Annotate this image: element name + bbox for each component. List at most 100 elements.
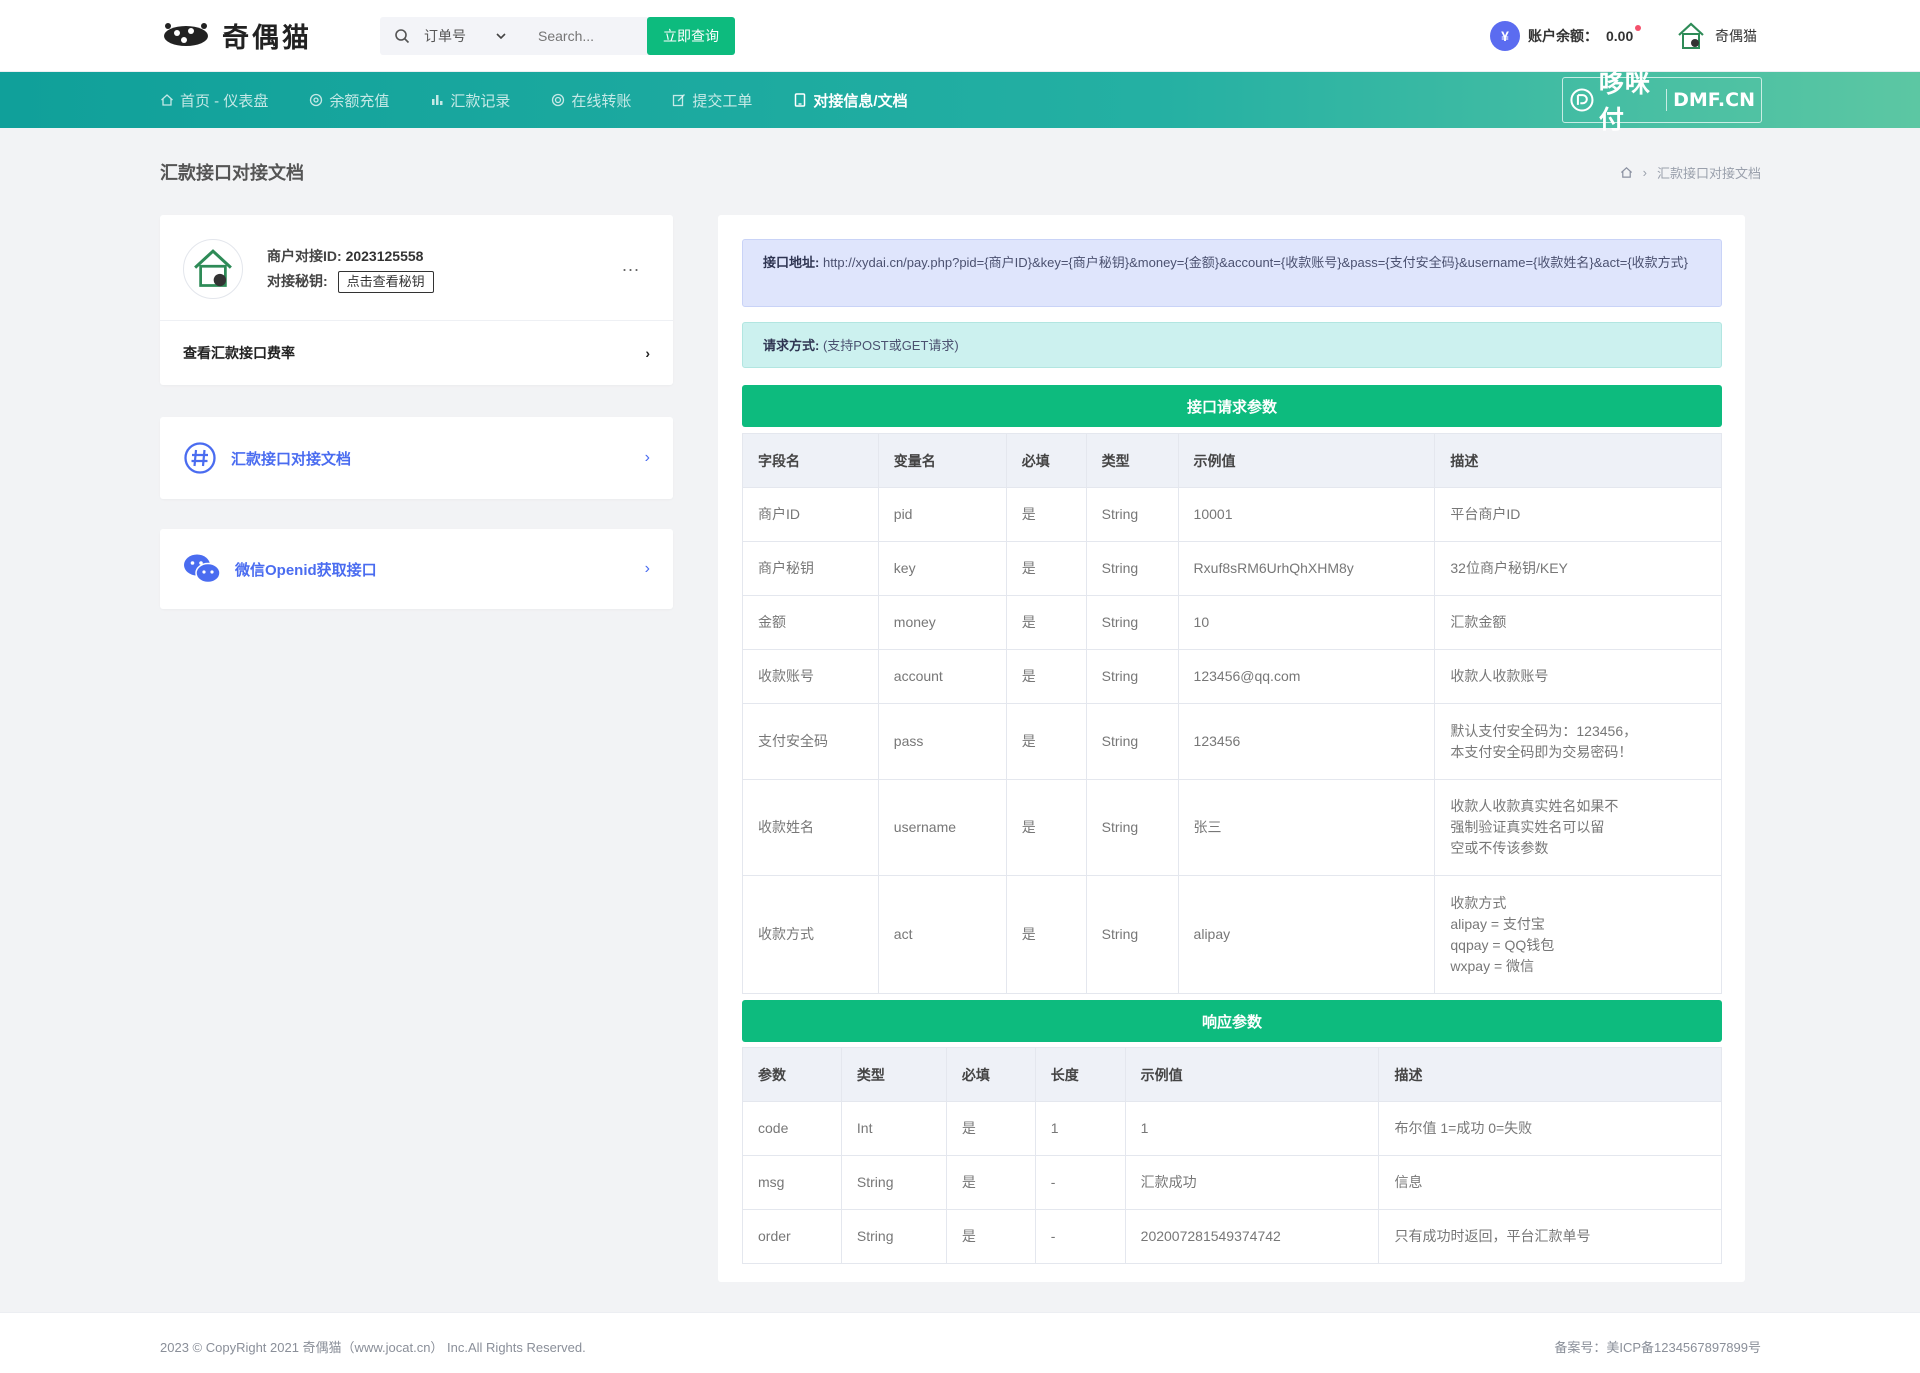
more-options-icon[interactable]: ... (622, 255, 640, 276)
brand-name: 哆咪付 (1598, 70, 1651, 134)
table-cell: 汇款成功 (1124, 1155, 1380, 1210)
nav-item-dashboard[interactable]: 首页 - 仪表盘 (160, 72, 268, 128)
request-params-table: 字段名 变量名 必填 类型 示例值 描述 商户ID pid 是 String 10001 平台商户I… (742, 433, 1722, 994)
table-cell: String (1085, 541, 1179, 596)
nav-item-label: 余额充值 (329, 92, 390, 110)
table-cell: String (1085, 779, 1179, 876)
table-cell: order (742, 1209, 842, 1264)
search-button[interactable]: 立即查询 (647, 17, 735, 55)
table-cell: 商户秘钥 (742, 541, 879, 596)
table-row: 收款姓名 username 是 String 张三 收款人收款真实姓名如果不 强制验证真实… (742, 779, 1722, 876)
nav-item-label: 提交工单 (692, 92, 753, 110)
api-key-label: 对接秘钥: (267, 273, 328, 289)
nav-item-label: 汇款记录 (450, 92, 511, 110)
account-balance[interactable]: ¥ 账户余额： 0.00 (1490, 20, 1647, 52)
table-cell: - (1034, 1155, 1126, 1210)
copyright-text: 2023 © CopyRight 2021 奇偶猫（www.jocat.cn） … (160, 1340, 586, 1355)
table-cell: - (1034, 1209, 1126, 1264)
table-cell: username (877, 779, 1007, 876)
edit-icon (673, 94, 686, 107)
rate-link[interactable]: 查看汇款接口费率 › (160, 321, 673, 385)
nav-item-remit-records[interactable]: 汇款记录 (430, 72, 510, 128)
brand-badge[interactable]: 哆咪付 DMF.CN (1562, 70, 1762, 134)
target-icon (310, 93, 323, 107)
table-cell: 是 (945, 1155, 1036, 1210)
table-cell: 只有成功时返回，平台汇款单号 (1378, 1209, 1722, 1264)
search-type-select[interactable]: 订单号 (424, 17, 520, 55)
table-cell: alipay (1177, 875, 1436, 994)
search-icon (380, 17, 424, 55)
table-cell: 收款方式 (742, 875, 879, 994)
table-cell: Rxuf8sRM6UrhQhXHM8y (1177, 541, 1436, 596)
column-header: 示例值 (1124, 1047, 1380, 1102)
table-row: 收款方式 act 是 String alipay 收款方式 alipay = 支付宝 qq… (742, 875, 1722, 994)
request-method-value: (支持POST或GET请求) (822, 338, 959, 353)
table-header-row: 字段名 变量名 必填 类型 示例值 描述 (742, 433, 1722, 488)
user-name: 奇偶猫 (1715, 28, 1757, 44)
table-cell: 收款姓名 (742, 779, 879, 876)
search-bar: 订单号 立即查询 (380, 17, 735, 55)
request-method-alert: 请求方式: (支持POST或GET请求) (742, 322, 1722, 368)
column-header: 长度 (1034, 1047, 1126, 1102)
table-cell: 1 (1034, 1101, 1126, 1156)
table-cell: String (1085, 595, 1179, 650)
doc-link-card[interactable]: 汇款接口对接文档 › (160, 417, 673, 499)
table-cell: code (742, 1101, 842, 1156)
home-icon[interactable] (1620, 166, 1633, 179)
page-title: 汇款接口对接文档 (160, 163, 304, 183)
table-cell: pass (877, 703, 1007, 780)
nav-item-docs[interactable]: 对接信息/文档 (793, 72, 908, 128)
logo-text: 奇偶猫 (222, 22, 312, 53)
table-cell: key (877, 541, 1007, 596)
table-row: code Int 是 1 1 布尔值 1=成功 0=失败 (742, 1101, 1722, 1156)
merchant-card: 商户对接ID: 2023125558 对接秘钥: 点击查看秘钥 ... 查看汇款… (160, 215, 673, 385)
wechat-link-label: 微信Openid获取接口 (235, 561, 377, 579)
table-cell: 123456 (1177, 703, 1436, 780)
column-header: 参数 (742, 1047, 842, 1102)
notification-dot (1635, 25, 1642, 31)
brand-domain: DMF.CN (1666, 89, 1755, 111)
response-params-table: 参数 类型 必填 长度 示例值 描述 code Int 是 1 1 布尔值 1=成功 0=失败 msg… (742, 1047, 1722, 1264)
table-cell: 默认支付安全码为：123456， 本支付安全码即为交易密码！ (1434, 703, 1722, 780)
search-input[interactable] (520, 17, 632, 55)
view-key-button[interactable]: 点击查看秘钥 (337, 271, 434, 293)
api-url-value: http://xydai.cn/pay.php?pid={商户ID}&key={… (822, 255, 1689, 270)
table-cell: 张三 (1177, 779, 1436, 876)
chevron-right-icon: › (644, 449, 650, 466)
wechat-link-card[interactable]: 微信Openid获取接口 › (160, 529, 673, 609)
table-cell: 是 (945, 1209, 1036, 1264)
table-cell: String (1085, 487, 1179, 542)
table-cell: 1 (1124, 1101, 1380, 1156)
table-cell: 收款方式 alipay = 支付宝 qqpay = QQ钱包 wxpay = 微… (1434, 875, 1722, 994)
footer: 2023 © CopyRight 2021 奇偶猫（www.jocat.cn） … (0, 1312, 1920, 1373)
column-header: 类型 (840, 1047, 947, 1102)
hash-icon (184, 442, 216, 474)
balance-label: 账户余额： (1528, 28, 1598, 44)
table-cell: 收款人收款账号 (1434, 649, 1722, 704)
table-cell: 10001 (1177, 487, 1436, 542)
nav-item-online-transfer[interactable]: 在线转账 (551, 72, 631, 128)
table-row: order String 是 -202007281549374742 只有成功时返回，平… (742, 1209, 1722, 1264)
api-url-alert: 接口地址: http://xydai.cn/pay.php?pid={商户ID}… (742, 239, 1722, 307)
nav-item-recharge[interactable]: 余额充值 (309, 72, 389, 128)
merchant-id-label: 商户对接ID: (267, 248, 342, 264)
request-method-label: 请求方式: (763, 338, 820, 353)
table-row: 金额 money 是 String 10 汇款金额 (742, 595, 1722, 650)
nav-item-submit-ticket[interactable]: 提交工单 (672, 72, 752, 128)
logo[interactable]: 奇偶猫 (160, 17, 312, 53)
top-bar: 奇偶猫 订单号 立即查询 ¥ 账户余额： 0.00 奇偶猫 (0, 0, 1920, 72)
avatar (183, 239, 243, 299)
user-menu[interactable]: 奇偶猫 (1675, 18, 1757, 54)
nav-item-label: 在线转账 (571, 92, 632, 110)
table-cell: 收款人收款真实姓名如果不 强制验证真实姓名可以留 空或不传该参数 (1434, 779, 1722, 876)
home-icon (161, 94, 173, 106)
table-cell: 123456@qq.com (1177, 649, 1436, 704)
table-cell: 是 (1005, 703, 1087, 780)
table-cell: String (1085, 703, 1179, 780)
table-cell: 10 (1177, 595, 1436, 650)
icp-record-link[interactable]: 备案号：美ICP备1234567897899号 (1554, 1337, 1761, 1356)
nav-item-label: 对接信息/文档 (813, 92, 908, 110)
table-cell: 32位商户秘钥/KEY (1434, 541, 1722, 596)
wechat-icon (184, 554, 221, 584)
column-header: 必填 (1005, 433, 1087, 488)
